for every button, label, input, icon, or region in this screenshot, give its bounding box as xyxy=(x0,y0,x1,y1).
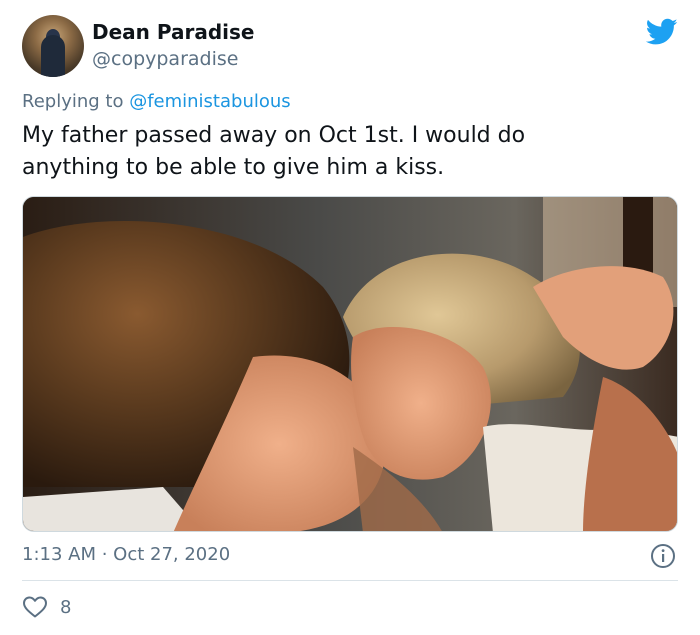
avatar-figure xyxy=(41,35,65,77)
avatar[interactable] xyxy=(22,15,84,77)
tweet-text: My father passed away on Oct 1st. I woul… xyxy=(22,123,526,180)
tweet-timestamp[interactable]: 1:13 AM · Oct 27, 2020 xyxy=(22,544,230,565)
replying-mention-link[interactable]: @feministabulous xyxy=(129,91,290,112)
author-handle[interactable]: @copyparadise xyxy=(92,48,238,70)
info-icon[interactable] xyxy=(650,543,676,569)
like-count: 8 xyxy=(60,597,72,618)
replying-prefix: Replying to xyxy=(22,91,130,112)
heart-icon[interactable] xyxy=(22,595,48,619)
tweet-card: Dean Paradise @copyparadise Replying to … xyxy=(0,0,700,635)
divider xyxy=(22,580,678,581)
photo-illustration xyxy=(23,197,677,531)
tweet-photo[interactable] xyxy=(22,196,678,532)
twitter-bird-icon[interactable] xyxy=(646,18,678,46)
replying-to: Replying to @feministabulous xyxy=(22,91,291,112)
author-name[interactable]: Dean Paradise xyxy=(92,20,254,44)
